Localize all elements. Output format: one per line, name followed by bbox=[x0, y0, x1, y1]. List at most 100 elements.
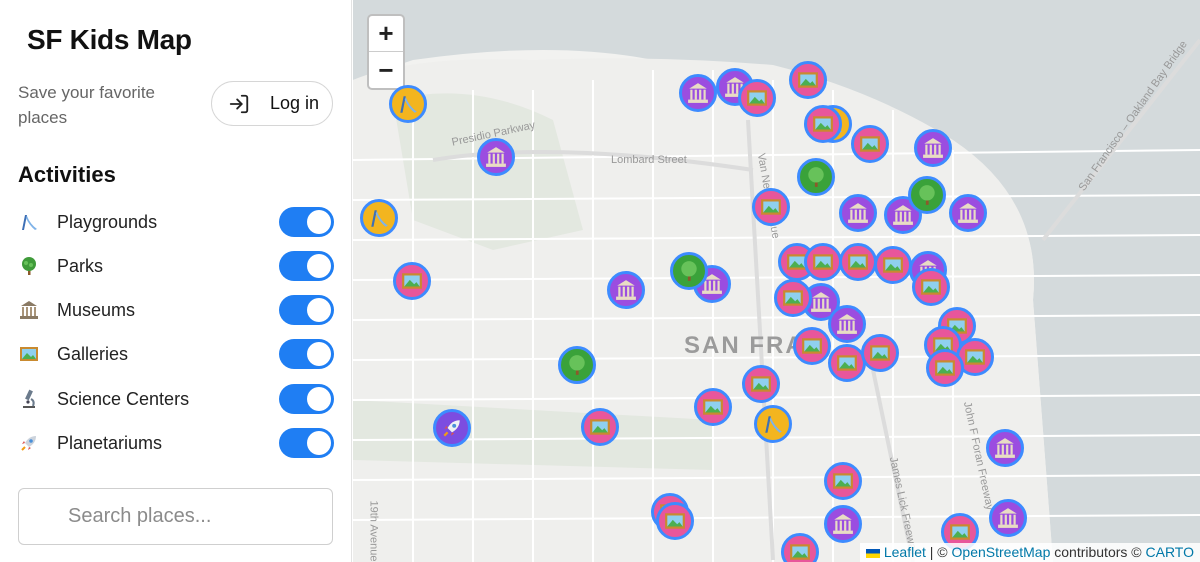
museum-icon bbox=[995, 438, 1015, 458]
picture-icon bbox=[965, 349, 985, 365]
picture-icon bbox=[935, 360, 955, 376]
zoom-out-button[interactable]: − bbox=[369, 52, 403, 88]
park-marker[interactable] bbox=[797, 158, 835, 196]
activities-heading: Activities bbox=[18, 162, 116, 187]
museum-icon bbox=[893, 205, 913, 225]
picture-icon bbox=[783, 290, 803, 306]
park-marker[interactable] bbox=[670, 252, 708, 290]
search-input[interactable] bbox=[18, 488, 333, 545]
museum-marker[interactable] bbox=[824, 505, 862, 543]
playground-marker[interactable] bbox=[389, 85, 427, 123]
activity-row-science-centers: Science Centers bbox=[18, 384, 334, 414]
museum-marker[interactable] bbox=[477, 138, 515, 176]
museum-marker[interactable] bbox=[828, 305, 866, 343]
museum-marker[interactable] bbox=[949, 194, 987, 232]
rocket-icon bbox=[443, 420, 460, 437]
picture-icon bbox=[751, 376, 771, 392]
gallery-marker[interactable] bbox=[694, 388, 732, 426]
microscope-icon bbox=[18, 388, 40, 410]
science-centers-toggle[interactable] bbox=[279, 384, 334, 414]
park-marker[interactable] bbox=[908, 176, 946, 214]
picture-icon bbox=[870, 345, 890, 361]
museum-marker[interactable] bbox=[839, 194, 877, 232]
playground-marker[interactable] bbox=[754, 405, 792, 443]
slide-icon bbox=[371, 210, 388, 227]
museum-icon bbox=[958, 203, 978, 223]
gallery-marker[interactable] bbox=[742, 365, 780, 403]
save-favorites-text: Save your favorite places bbox=[18, 83, 156, 127]
gallery-marker[interactable] bbox=[824, 462, 862, 500]
picture-icon bbox=[665, 513, 685, 529]
activity-label: Science Centers bbox=[57, 388, 190, 409]
picture-icon bbox=[798, 72, 818, 88]
museum-icon bbox=[688, 83, 708, 103]
picture-icon bbox=[950, 524, 970, 540]
gallery-marker[interactable] bbox=[656, 502, 694, 540]
tree-icon bbox=[18, 255, 40, 277]
gallery-marker[interactable] bbox=[851, 125, 889, 163]
login-button[interactable]: Log in bbox=[211, 81, 333, 126]
gallery-marker[interactable] bbox=[393, 262, 431, 300]
login-icon bbox=[229, 94, 249, 113]
museum-marker[interactable] bbox=[986, 429, 1024, 467]
gallery-marker[interactable] bbox=[774, 279, 812, 317]
planetariums-toggle[interactable] bbox=[279, 428, 334, 458]
museum-marker[interactable] bbox=[914, 129, 952, 167]
attribution-contributors: contributors © bbox=[1050, 544, 1146, 560]
picture-icon bbox=[833, 473, 853, 489]
picture-icon bbox=[402, 273, 422, 289]
gallery-marker[interactable] bbox=[861, 334, 899, 372]
gallery-marker[interactable] bbox=[804, 243, 842, 281]
playground-marker[interactable] bbox=[360, 199, 398, 237]
playgrounds-toggle[interactable] bbox=[279, 207, 334, 237]
carto-link[interactable]: CARTO bbox=[1146, 544, 1195, 560]
gallery-marker[interactable] bbox=[752, 188, 790, 226]
picture-icon bbox=[883, 257, 903, 273]
activity-label: Planetariums bbox=[57, 432, 163, 453]
gallery-marker[interactable] bbox=[581, 408, 619, 446]
museum-marker[interactable] bbox=[989, 499, 1027, 537]
slide-icon bbox=[400, 96, 417, 113]
picture-icon bbox=[813, 254, 833, 270]
openstreetmap-link[interactable]: OpenStreetMap bbox=[952, 544, 1051, 560]
activity-label: Galleries bbox=[57, 343, 129, 364]
picture-icon bbox=[18, 343, 40, 365]
picture-icon bbox=[590, 419, 610, 435]
parks-toggle[interactable] bbox=[279, 251, 334, 281]
activity-label: Parks bbox=[57, 255, 104, 276]
activity-row-galleries: Galleries bbox=[18, 339, 334, 369]
leaflet-link[interactable]: Leaflet bbox=[884, 544, 926, 560]
tree-icon bbox=[808, 167, 824, 187]
gallery-marker[interactable] bbox=[839, 243, 877, 281]
museum-icon bbox=[848, 203, 868, 223]
street-label: Lombard Street bbox=[611, 154, 687, 166]
tree-icon bbox=[919, 185, 935, 205]
activity-row-parks: Parks bbox=[18, 251, 334, 281]
galleries-toggle[interactable] bbox=[279, 339, 334, 369]
tree-icon bbox=[569, 355, 585, 375]
slide-icon bbox=[18, 211, 40, 233]
park-marker[interactable] bbox=[558, 346, 596, 384]
rocket-icon bbox=[18, 432, 40, 454]
museum-icon bbox=[486, 147, 506, 167]
gallery-marker[interactable] bbox=[804, 105, 842, 143]
gallery-marker[interactable] bbox=[793, 327, 831, 365]
museum-marker[interactable] bbox=[607, 271, 645, 309]
gallery-marker[interactable] bbox=[789, 61, 827, 99]
picture-icon bbox=[860, 136, 880, 152]
zoom-in-button[interactable]: + bbox=[369, 16, 403, 52]
gallery-marker[interactable] bbox=[926, 349, 964, 387]
picture-icon bbox=[747, 90, 767, 106]
museum-icon bbox=[833, 514, 853, 534]
museum-marker[interactable] bbox=[679, 74, 717, 112]
map-view[interactable]: + − Lombard Street Presidio Parkway Van … bbox=[353, 0, 1200, 562]
picture-icon bbox=[921, 279, 941, 295]
museums-toggle[interactable] bbox=[279, 295, 334, 325]
gallery-marker[interactable] bbox=[738, 79, 776, 117]
planetarium-marker[interactable] bbox=[433, 409, 471, 447]
gallery-marker[interactable] bbox=[912, 268, 950, 306]
street-label: 19th Avenue bbox=[367, 500, 380, 562]
city-label: SAN FRA bbox=[684, 332, 805, 359]
gallery-marker[interactable] bbox=[874, 246, 912, 284]
ukraine-flag-icon bbox=[865, 548, 880, 558]
